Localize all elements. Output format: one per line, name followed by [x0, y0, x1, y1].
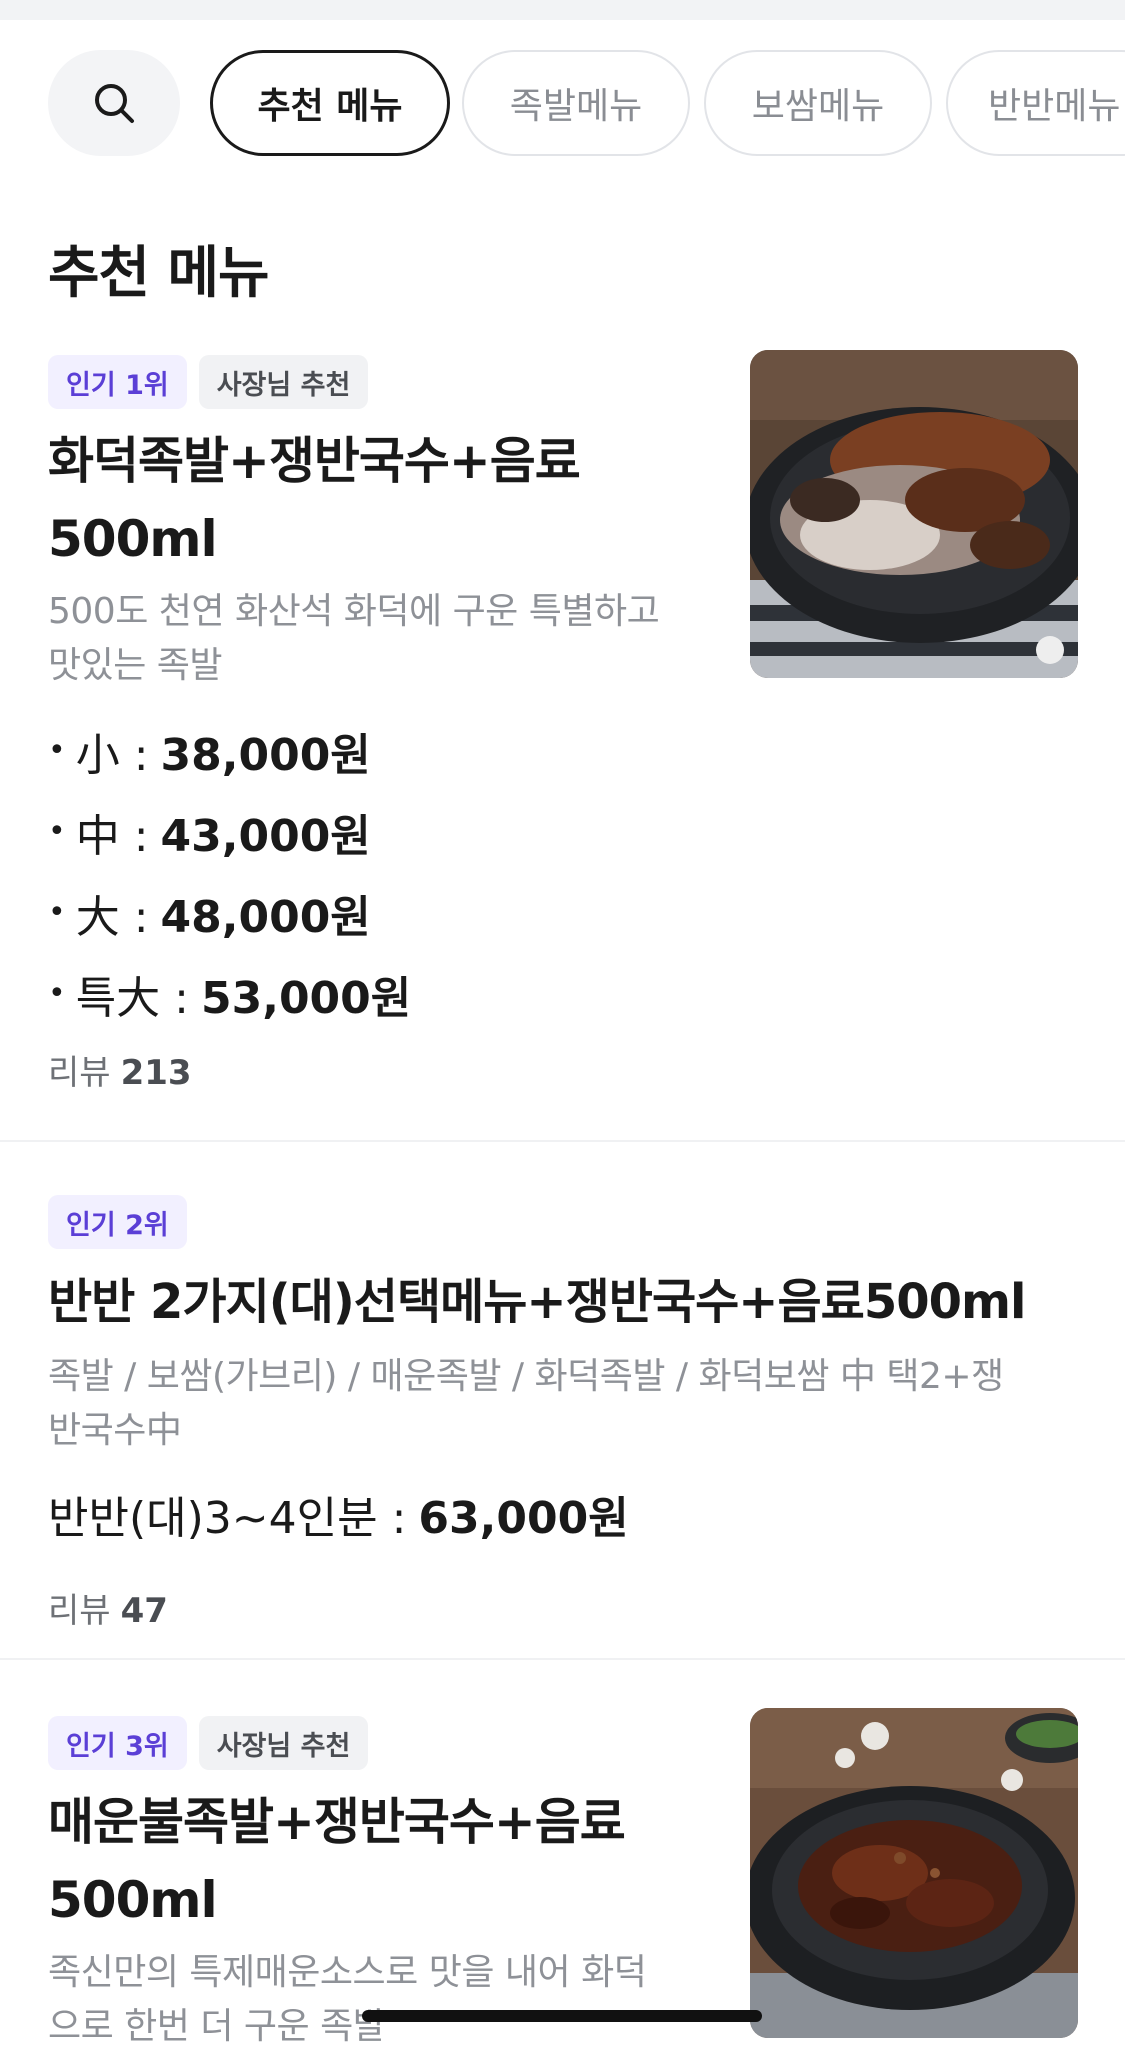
review-count: 리뷰 213: [48, 1045, 192, 1094]
menu-description: 족발 / 보쌈(가브리) / 매운족발 / 화덕족발 / 화덕보쌈 中 택2+쟁…: [48, 1350, 1004, 1458]
price-amount: 38,000원: [160, 729, 371, 781]
bullet: •: [48, 895, 66, 930]
price-size: 반반(대)3~4인분 :: [48, 1492, 407, 1544]
menu-description: 족신만의 특제매운소스로 맛을 내어 화덕 으로 한번 더 구운 족발: [48, 1946, 647, 2049]
search-button[interactable]: [48, 50, 180, 156]
menu-name-line: 반반 2가지(대)선택메뉴+쟁반국수+음료500ml: [48, 1274, 1026, 1330]
price-row: • 小 : 38,000원: [48, 710, 411, 791]
price-size: 大 :: [75, 891, 149, 943]
menu-name: 화덕족발+쟁반국수+음료 500ml: [48, 422, 581, 578]
menu-item[interactable]: 인기 2위 반반 2가지(대)선택메뉴+쟁반국수+음료500ml 족발 / 보쌈…: [0, 1195, 1125, 1635]
menu-item[interactable]: 인기 1위 사장님 추천 화덕족발+쟁반국수+음료 500ml 500도 천연 …: [0, 350, 1125, 1140]
price-amount: 48,000원: [160, 891, 371, 943]
menu-name-line: 500ml: [48, 1871, 218, 1929]
review-number: 47: [120, 1591, 168, 1631]
price-size: 中 :: [75, 810, 149, 862]
menu-description-line: 맛있는 족발: [48, 645, 223, 686]
review-number: 213: [120, 1053, 192, 1093]
category-tabs: 추천 메뉴 족발메뉴 보쌈메뉴 반반메뉴: [0, 50, 1125, 158]
bullet: •: [48, 976, 66, 1011]
price-row: 반반(대)3~4인분 : 63,000원: [48, 1473, 629, 1554]
menu-description-line: 500도 천연 화산석 화덕에 구운 특별하고: [48, 591, 660, 632]
divider: [0, 1658, 1125, 1660]
section-title: 추천 메뉴: [48, 241, 270, 306]
rank-badge: 인기 3위: [48, 1716, 187, 1770]
price-amount: 43,000원: [160, 810, 371, 862]
menu-name: 반반 2가지(대)선택메뉴+쟁반국수+음료500ml: [48, 1263, 1026, 1341]
search-icon: [95, 84, 134, 123]
review-label: 리뷰: [48, 1053, 111, 1093]
menu-description-line: 족신만의 특제매운소스로 맛을 내어 화덕: [48, 1952, 647, 1993]
tab-label: 족발메뉴: [509, 86, 643, 127]
home-indicator: [362, 2010, 762, 2022]
tab-recommended[interactable]: 추천 메뉴: [210, 50, 450, 156]
badge-group: 인기 3위 사장님 추천: [48, 1716, 369, 1770]
menu-description-line: 족발 / 보쌈(가브리) / 매운족발 / 화덕족발 / 화덕보쌈 中 택2+쟁: [48, 1356, 1004, 1397]
menu-name: 매운불족발+쟁반국수+음료 500ml: [48, 1783, 626, 1939]
tab-label: 추천 메뉴: [257, 86, 403, 127]
owner-pick-badge: 사장님 추천: [198, 355, 369, 409]
status-bar-strip: [0, 0, 1125, 20]
divider: [0, 1140, 1125, 1142]
menu-item[interactable]: 인기 3위 사장님 추천 매운불족발+쟁반국수+음료 500ml 족신만의 특제…: [0, 1708, 1125, 2049]
badge-group: 인기 1위 사장님 추천: [48, 355, 369, 409]
menu-description: 500도 천연 화산석 화덕에 구운 특별하고 맛있는 족발: [48, 585, 660, 693]
owner-pick-badge: 사장님 추천: [198, 1716, 369, 1770]
price-size: 특大 :: [75, 972, 189, 1024]
tab-label: 보쌈메뉴: [751, 86, 885, 127]
bullet: •: [48, 814, 66, 849]
price-row: • 中 : 43,000원: [48, 791, 411, 872]
menu-photo[interactable]: [750, 1708, 1078, 2038]
jokbal-photo-illustration: [750, 350, 1078, 678]
menu-photo[interactable]: [750, 350, 1078, 678]
rank-badge: 인기 1위: [48, 355, 187, 409]
review-count: 리뷰 47: [48, 1583, 168, 1632]
price-row: • 특大 : 53,000원: [48, 953, 411, 1034]
menu-name-line: 500ml: [48, 510, 218, 568]
badge-group: 인기 2위: [48, 1195, 187, 1249]
rank-badge: 인기 2위: [48, 1195, 187, 1249]
tab-banban[interactable]: 반반메뉴: [946, 50, 1125, 156]
spicy-jokbal-photo-illustration: [750, 1708, 1078, 2038]
tab-jokbal[interactable]: 족발메뉴: [462, 50, 690, 156]
menu-name-line: 매운불족발+쟁반국수+음료: [48, 1793, 626, 1851]
bullet: •: [48, 733, 66, 768]
price-amount: 63,000원: [418, 1492, 629, 1544]
menu-name-line: 화덕족발+쟁반국수+음료: [48, 432, 581, 490]
menu-description-line: 으로 한번 더 구운 족발: [48, 2006, 386, 2047]
menu-description-line: 반국수中: [48, 1410, 182, 1451]
price-list: 반반(대)3~4인분 : 63,000원: [48, 1473, 629, 1554]
tab-label: 반반메뉴: [988, 86, 1121, 127]
price-size: 小 :: [75, 729, 149, 781]
price-amount: 53,000원: [201, 972, 412, 1024]
review-label: 리뷰: [48, 1591, 111, 1631]
price-list: • 小 : 38,000원 • 中 : 43,000원 • 大 : 48,000…: [48, 710, 411, 1034]
price-row: • 大 : 48,000원: [48, 872, 411, 953]
tab-bossam[interactable]: 보쌈메뉴: [704, 50, 932, 156]
